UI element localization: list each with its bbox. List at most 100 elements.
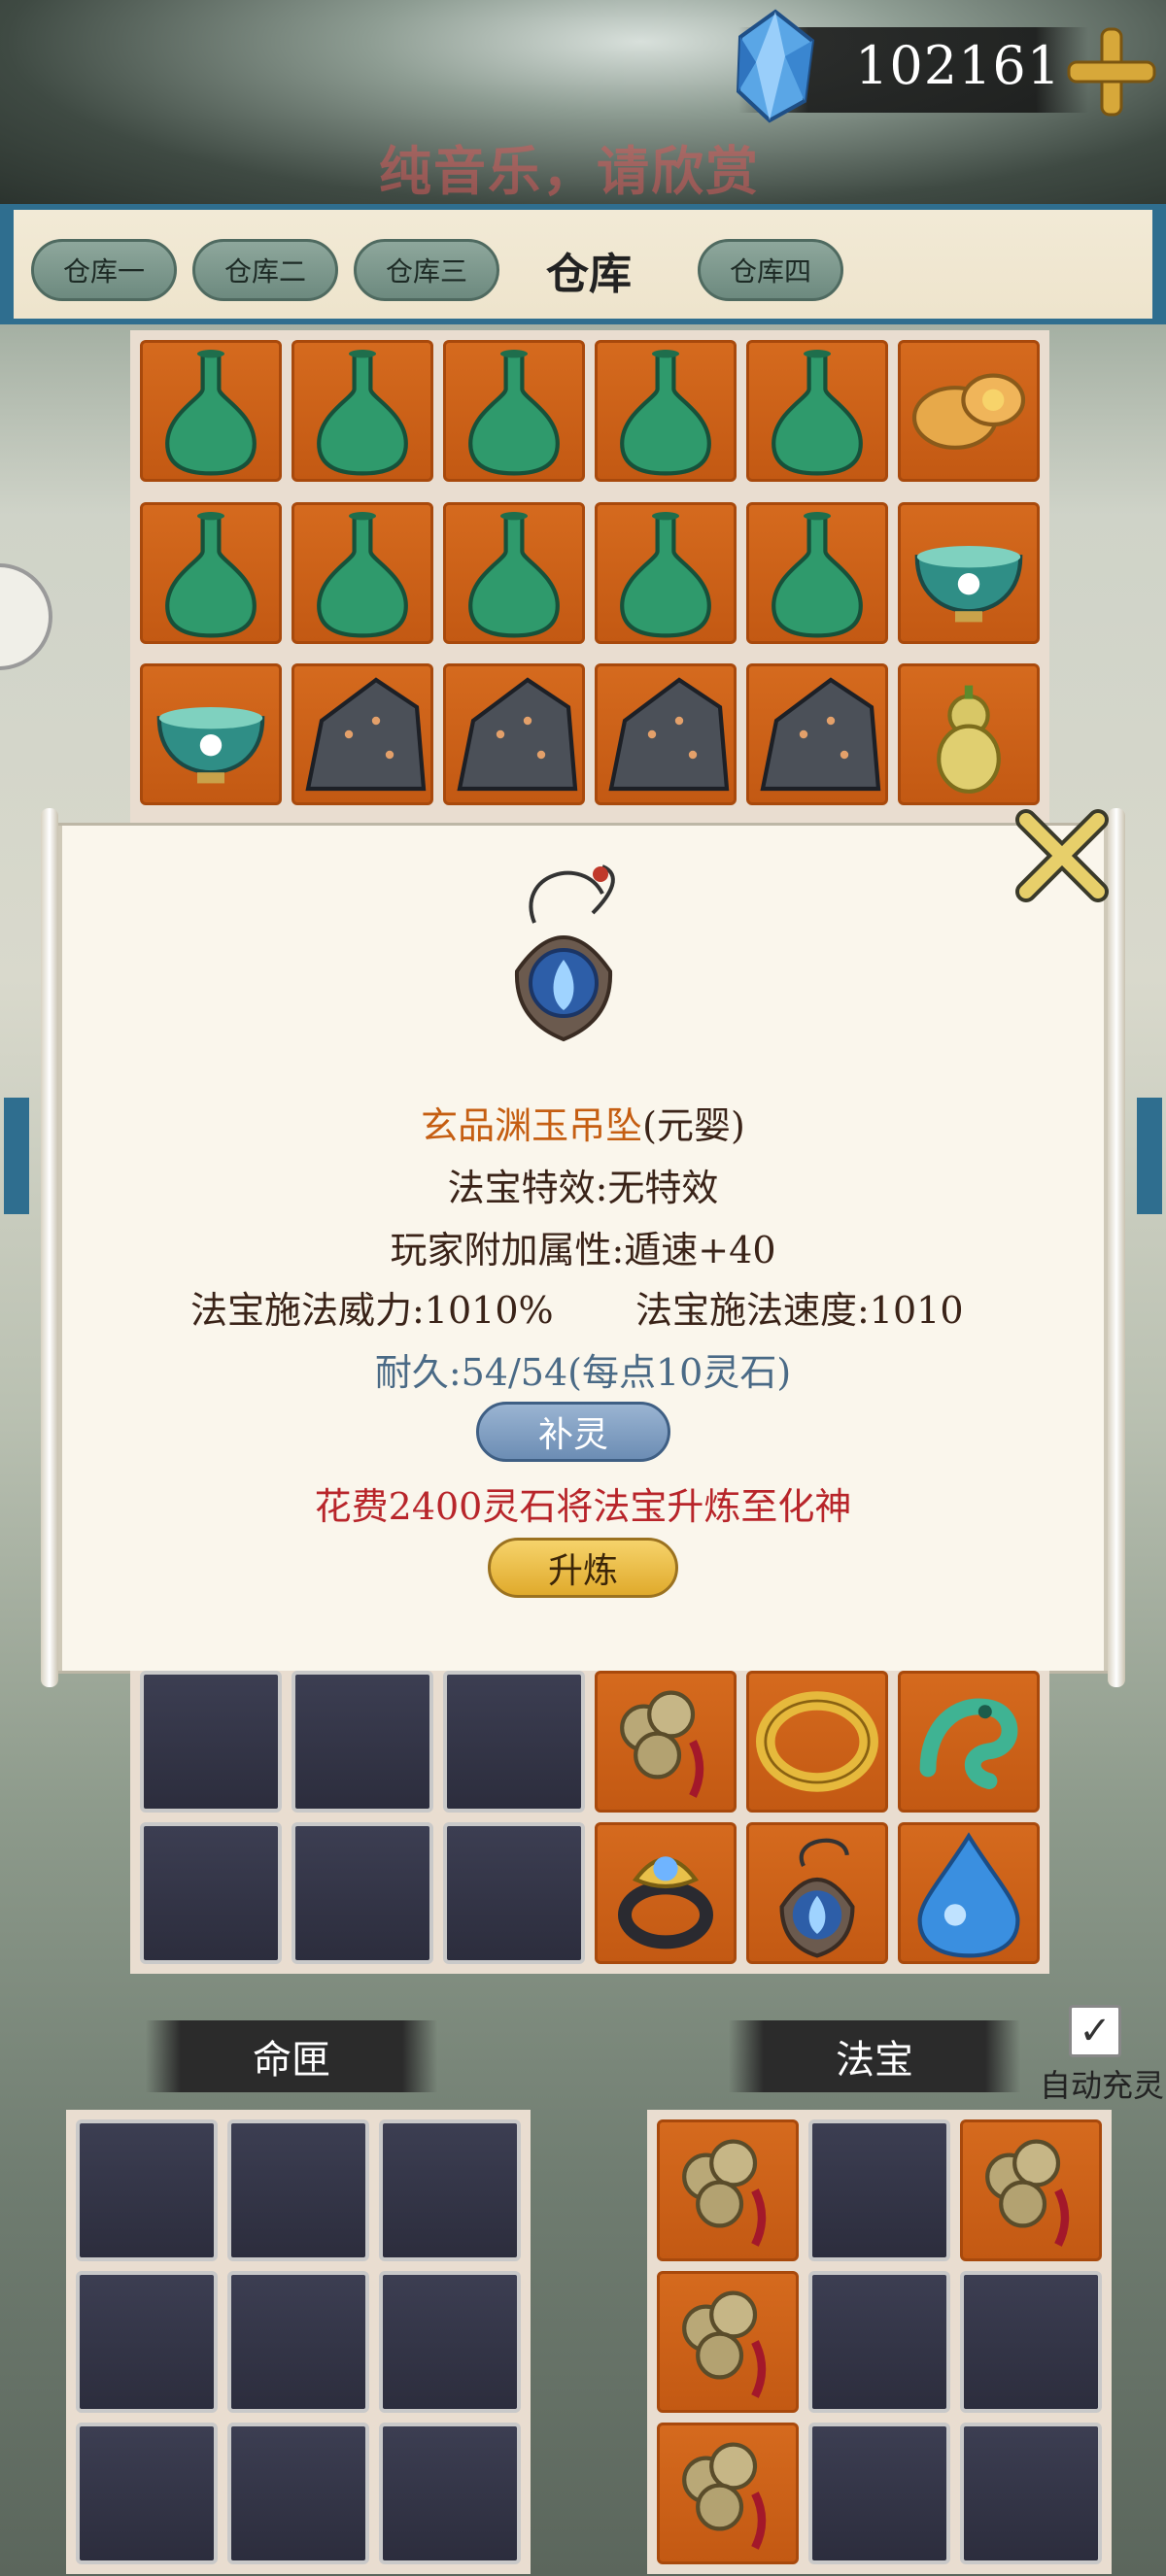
warehouse-slot[interactable] [443,1671,585,1813]
vase-icon [772,511,863,638]
warehouse-slot[interactable] [443,340,585,482]
ore-rock-icon [305,677,427,792]
fate-box-slot[interactable] [227,2423,369,2564]
coin-string-icon [620,1690,704,1798]
treasure-slot[interactable] [808,2423,950,2564]
tab-warehouse-active: 仓库 [546,250,632,299]
refill-button[interactable]: 补灵 [476,1402,670,1462]
cast-power-text: 法宝施法威力:1010% [190,1289,554,1332]
treasure-slot[interactable] [960,2119,1102,2261]
coin-string-icon [682,2290,767,2398]
warehouse-slot[interactable] [443,501,585,644]
fate-box-slot[interactable] [227,2119,369,2261]
gourd-icon [937,685,1001,795]
warehouse-slot[interactable] [746,1822,888,1964]
crystal-gem-icon [736,9,815,123]
warehouse-slot[interactable] [898,1822,1040,1964]
warehouse-slot[interactable] [292,340,433,482]
warehouse-slot[interactable] [443,1822,585,1964]
durability-text: 耐久:54/54(每点10灵石) [374,1351,792,1394]
treasure-slot[interactable] [657,2423,799,2564]
warehouse-slot[interactable] [746,501,888,644]
gold-ring-icon [756,1691,878,1792]
warehouse-slot[interactable] [898,663,1040,806]
warehouse-grid-top [130,330,1049,826]
treasure-slot[interactable] [657,2119,799,2261]
refine-cost-text: 花费2400灵石将法宝升炼至化神 [314,1485,852,1528]
tab-warehouse-4[interactable]: 仓库四 [698,239,843,301]
warehouse-tab-bar: 仓库一 仓库二 仓库三 仓库 仓库四 [0,204,1166,324]
add-currency-button[interactable] [1063,23,1160,120]
treasure-slot[interactable] [960,2271,1102,2413]
vase-icon [620,511,711,638]
refine-button[interactable]: 升炼 [488,1538,678,1598]
lotus-ring-icon [618,1856,713,1949]
warehouse-slot[interactable] [140,663,282,806]
vase-icon [620,350,711,476]
item-title: 玄品渊玉吊坠(元婴) [52,1096,1114,1149]
close-icon[interactable] [1009,802,1115,909]
treasure-grid [647,2110,1112,2574]
auto-refill-checkbox[interactable]: ✓ [1069,2005,1121,2057]
warehouse-slot[interactable] [595,340,737,482]
warehouse-slot[interactable] [898,1671,1040,1813]
coin-string-icon [985,2139,1070,2247]
fate-box-slot[interactable] [227,2271,369,2413]
vase-icon [468,511,560,638]
fate-box-slot[interactable] [76,2119,218,2261]
player-bonus-text: 玩家附加属性:遁速+40 [390,1229,776,1271]
vase-icon [468,350,560,476]
treasure-slot[interactable] [960,2423,1102,2564]
cast-speed-text: 法宝施法速度:1010 [635,1289,964,1332]
currency-value: 102161 [855,35,1062,96]
fate-box-grid [66,2110,531,2574]
vase-icon [317,511,408,638]
warehouse-slot[interactable] [140,501,282,644]
warehouse-slot[interactable] [595,663,737,806]
special-effect-text: 法宝特效:无特效 [447,1167,719,1209]
jade-dragon-icon [919,1698,1018,1789]
treasure-label: 法宝 [729,2020,1020,2092]
warehouse-slot[interactable] [140,1822,282,1964]
warehouse-slot[interactable] [898,501,1040,644]
fate-box-slot[interactable] [379,2119,521,2261]
treasure-slot[interactable] [657,2271,799,2413]
warehouse-slot[interactable] [140,340,282,482]
fate-box-slot[interactable] [379,2423,521,2564]
warehouse-slot[interactable] [292,1671,433,1813]
warehouse-slot[interactable] [292,501,433,644]
warehouse-slot[interactable] [746,663,888,806]
warehouse-slot[interactable] [595,1822,737,1964]
item-name: 玄品渊玉吊坠 [421,1104,643,1147]
warehouse-slot[interactable] [898,340,1040,482]
warehouse-slot[interactable] [746,340,888,482]
warehouse-slot[interactable] [140,1671,282,1813]
pendant-icon [514,864,615,1042]
music-notice: 纯音乐，请欣赏 [379,141,760,202]
fate-box-label: 命匣 [146,2020,437,2092]
ore-rock-icon [608,677,730,792]
warehouse-slot[interactable] [292,1822,433,1964]
warehouse-slot[interactable] [595,501,737,644]
side-tab-left [4,1098,29,1214]
tab-warehouse-3[interactable]: 仓库三 [354,239,499,301]
coin-string-icon [682,2139,767,2247]
fate-box-slot[interactable] [379,2271,521,2413]
treasure-slot[interactable] [808,2119,950,2261]
item-stage: (元婴) [642,1104,745,1147]
vase-icon [165,511,257,638]
tab-warehouse-1[interactable]: 仓库一 [31,239,177,301]
fate-box-slot[interactable] [76,2271,218,2413]
warehouse-slot[interactable] [443,663,585,806]
warehouse-slot[interactable] [746,1671,888,1813]
side-drawer-handle[interactable] [0,563,52,670]
fate-box-slot[interactable] [76,2423,218,2564]
warehouse-slot[interactable] [595,1671,737,1813]
side-tab-right [1137,1098,1162,1214]
warehouse-slot[interactable] [292,663,433,806]
ore-rock-icon [760,677,881,792]
treasure-slot[interactable] [808,2271,950,2413]
vase-icon [165,350,257,476]
auto-refill-label: 自动充灵 [1040,2067,1165,2104]
tab-warehouse-2[interactable]: 仓库二 [192,239,338,301]
